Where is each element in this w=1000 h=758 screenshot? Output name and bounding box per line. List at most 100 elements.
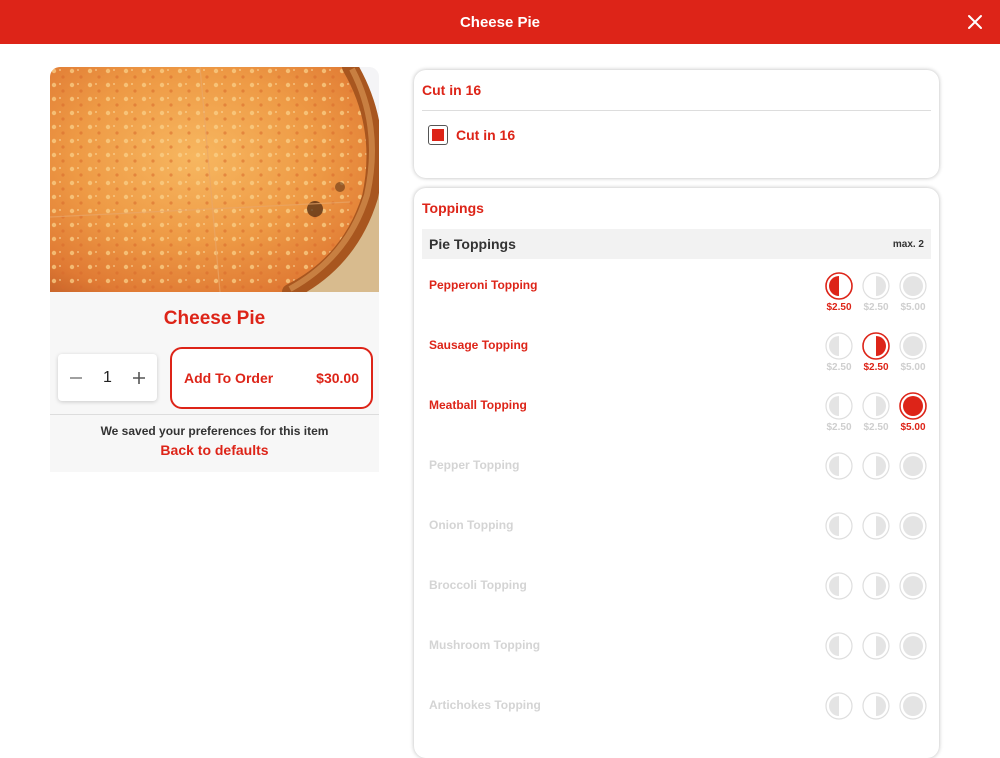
portion-right-button[interactable] bbox=[861, 632, 891, 660]
cut-option-label: Cut in 16 bbox=[456, 127, 516, 143]
whole-icon bbox=[898, 632, 928, 660]
portion-whole-button[interactable] bbox=[898, 632, 928, 660]
portion-right-button[interactable] bbox=[861, 692, 891, 720]
portion-whole-button[interactable]: $5.00 bbox=[898, 392, 928, 433]
cut-section-title: Cut in 16 bbox=[422, 82, 482, 98]
portion-price: $2.50 bbox=[826, 362, 852, 373]
topping-name: Pepperoni Topping bbox=[429, 278, 538, 292]
portion-left-button[interactable]: $2.50 bbox=[824, 392, 854, 433]
right-half-icon bbox=[861, 272, 891, 300]
plus-icon bbox=[133, 371, 145, 384]
decrease-quantity-button[interactable] bbox=[68, 370, 84, 386]
right-half-icon bbox=[861, 512, 891, 540]
item-title: Cheese Pie bbox=[163, 308, 266, 329]
portion-right-button[interactable]: $2.50 bbox=[861, 392, 891, 433]
whole-icon bbox=[898, 692, 928, 720]
portion-price: $5.00 bbox=[900, 362, 926, 373]
modal-header: Cheese Pie bbox=[0, 0, 1000, 44]
portion-price: $2.50 bbox=[826, 302, 852, 313]
topping-group-max: max. 2 bbox=[892, 238, 924, 250]
left-half-icon bbox=[824, 452, 854, 480]
topping-row: Broccoli Topping bbox=[422, 570, 931, 630]
topping-row: Artichokes Topping bbox=[422, 690, 931, 750]
right-half-icon bbox=[861, 452, 891, 480]
whole-icon bbox=[898, 332, 928, 360]
quantity-value: 1 bbox=[103, 368, 112, 386]
portion-left-button[interactable]: $2.50 bbox=[824, 332, 854, 373]
right-half-icon bbox=[861, 692, 891, 720]
portion-price: $5.00 bbox=[900, 422, 926, 433]
topping-row: Meatball Topping $2.50 $2.50 $5.00 bbox=[422, 390, 931, 450]
left-half-icon bbox=[824, 572, 854, 600]
portion-price: $2.50 bbox=[863, 422, 889, 433]
saved-preferences-note: We saved your preferences for this item bbox=[100, 424, 329, 438]
whole-icon bbox=[898, 392, 928, 420]
topping-row: Onion Topping bbox=[422, 510, 931, 570]
portion-whole-button[interactable] bbox=[898, 452, 928, 480]
portion-whole-button[interactable]: $5.00 bbox=[898, 332, 928, 373]
topping-name: Onion Topping bbox=[429, 518, 514, 532]
right-half-icon bbox=[861, 392, 891, 420]
left-half-icon bbox=[824, 692, 854, 720]
topping-name: Meatball Topping bbox=[429, 398, 527, 412]
increase-quantity-button[interactable] bbox=[131, 370, 147, 386]
topping-name: Pepper Topping bbox=[429, 458, 520, 472]
left-half-icon bbox=[824, 332, 854, 360]
topping-name: Mushroom Topping bbox=[429, 638, 541, 652]
topping-row: Pepperoni Topping $2.50 $2.50 $5.00 bbox=[422, 270, 931, 330]
add-to-order-button[interactable]: Add To Order $30.00 bbox=[170, 347, 373, 409]
right-half-icon bbox=[861, 332, 891, 360]
cut-section: Cut in 16 Cut in 16 bbox=[414, 70, 939, 178]
checkbox-checked-indicator bbox=[432, 129, 444, 141]
portion-left-button[interactable] bbox=[824, 632, 854, 660]
portion-right-button[interactable] bbox=[861, 512, 891, 540]
quantity-stepper: 1 bbox=[58, 354, 157, 401]
portion-whole-button[interactable]: $5.00 bbox=[898, 272, 928, 313]
close-button[interactable] bbox=[964, 11, 986, 33]
portion-price: $5.00 bbox=[900, 302, 926, 313]
portion-right-button[interactable]: $2.50 bbox=[861, 272, 891, 313]
topping-row: Sausage Topping $2.50 $2.50 $5.00 bbox=[422, 330, 931, 390]
topping-row: Pepper Topping bbox=[422, 450, 931, 510]
portion-right-button[interactable]: $2.50 bbox=[861, 332, 891, 373]
topping-name: Sausage Topping bbox=[429, 338, 529, 352]
left-half-icon bbox=[824, 512, 854, 540]
item-photo bbox=[50, 67, 379, 292]
add-to-order-label: Add To Order bbox=[184, 370, 274, 386]
portion-left-button[interactable] bbox=[824, 512, 854, 540]
portion-left-button[interactable] bbox=[824, 692, 854, 720]
whole-icon bbox=[898, 572, 928, 600]
toppings-section: Toppings Pie Toppings max. 2 Pepperoni T… bbox=[414, 188, 939, 758]
order-price: $30.00 bbox=[316, 370, 359, 386]
topping-group-name: Pie Toppings bbox=[429, 236, 516, 252]
cut-in-16-option[interactable]: Cut in 16 bbox=[428, 125, 515, 145]
left-half-icon bbox=[824, 392, 854, 420]
portion-price: $2.50 bbox=[826, 422, 852, 433]
topping-name: Artichokes Topping bbox=[429, 698, 541, 712]
left-half-icon bbox=[824, 632, 854, 660]
item-panel: Cheese Pie 1 Add To Order $30.00 We save… bbox=[50, 67, 379, 472]
portion-right-button[interactable] bbox=[861, 572, 891, 600]
portion-left-button[interactable] bbox=[824, 572, 854, 600]
topping-group-header: Pie Toppings max. 2 bbox=[422, 229, 931, 259]
cut-checkbox[interactable] bbox=[428, 125, 448, 145]
whole-icon bbox=[898, 272, 928, 300]
portion-left-button[interactable] bbox=[824, 452, 854, 480]
back-to-defaults-link[interactable]: Back to defaults bbox=[50, 442, 379, 458]
right-half-icon bbox=[861, 572, 891, 600]
portion-whole-button[interactable] bbox=[898, 512, 928, 540]
close-icon bbox=[968, 15, 982, 29]
topping-name: Broccoli Topping bbox=[429, 578, 527, 592]
minus-icon bbox=[70, 376, 82, 379]
toppings-section-title: Toppings bbox=[422, 200, 484, 216]
portion-price: $2.50 bbox=[863, 302, 889, 313]
whole-icon bbox=[898, 452, 928, 480]
portion-left-button[interactable]: $2.50 bbox=[824, 272, 854, 313]
topping-row: Mushroom Topping bbox=[422, 630, 931, 690]
left-half-icon bbox=[824, 272, 854, 300]
modal-title: Cheese Pie bbox=[459, 13, 541, 31]
portion-whole-button[interactable] bbox=[898, 692, 928, 720]
portion-right-button[interactable] bbox=[861, 452, 891, 480]
portion-whole-button[interactable] bbox=[898, 572, 928, 600]
divider bbox=[50, 414, 379, 415]
